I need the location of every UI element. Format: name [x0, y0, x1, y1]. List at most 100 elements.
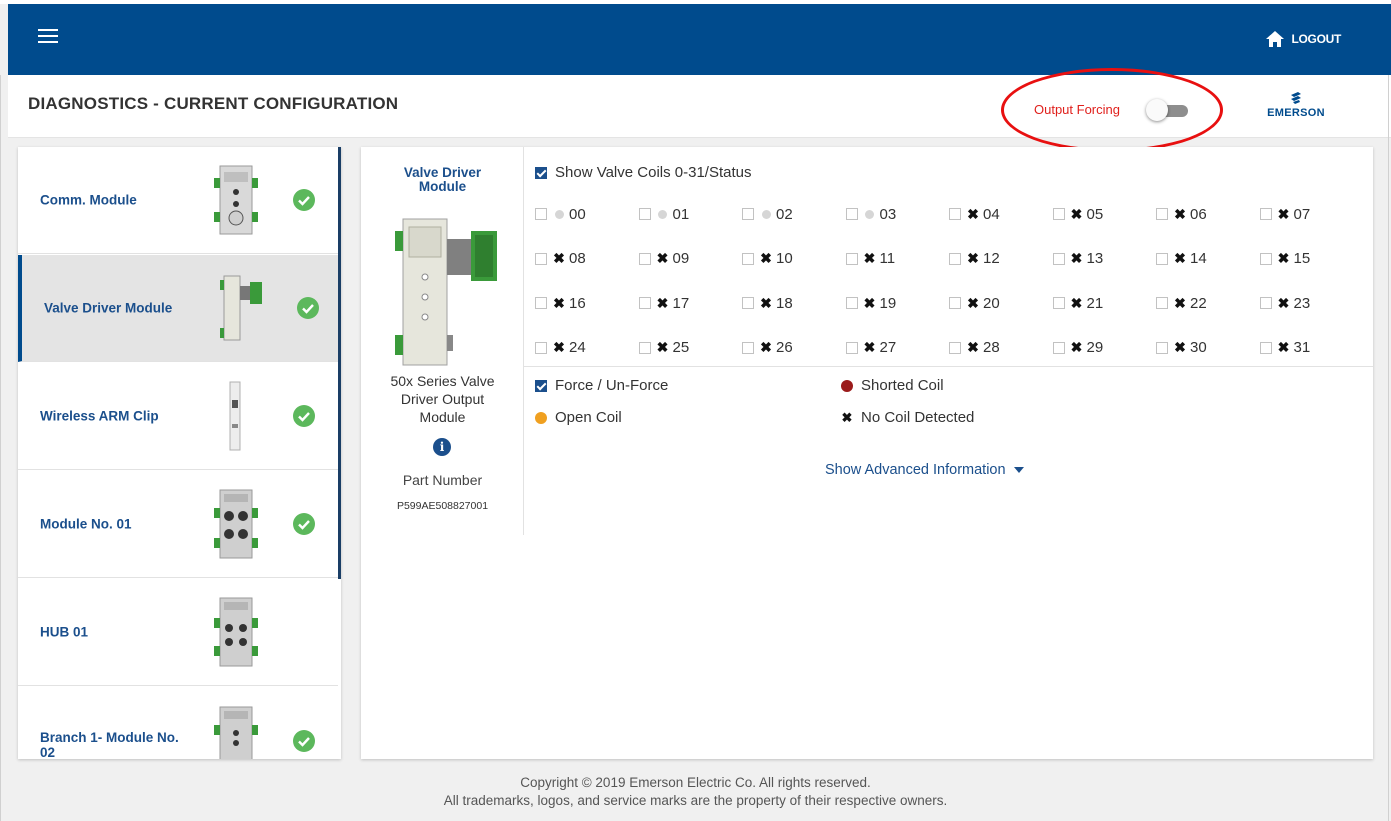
sidebar-item-module-no-01[interactable]: Module No. 01	[18, 471, 338, 578]
valve-coil-item[interactable]: 03	[845, 204, 946, 224]
valve-coil-checkbox[interactable]	[1259, 208, 1272, 220]
valve-coil-checkbox[interactable]	[535, 297, 547, 309]
valve-coil-item[interactable]: ✖ 13	[1052, 249, 1153, 269]
valve-coil-checkbox[interactable]	[949, 208, 961, 220]
valve-coil-checkbox[interactable]	[1052, 341, 1065, 354]
valve-coil-checkbox[interactable]	[638, 208, 651, 220]
valve-coil-item[interactable]: ✖ 16	[535, 293, 635, 313]
valve-coil-number: 13	[1086, 250, 1104, 267]
valve-coil-checkbox[interactable]	[535, 208, 547, 220]
valve-coil-item[interactable]: ✖ 31	[1259, 338, 1360, 358]
valve-coil-item[interactable]: ✖ 28	[949, 338, 1049, 358]
valve-coil-checkbox[interactable]	[1156, 208, 1168, 220]
valve-coil-number: 00	[569, 205, 586, 223]
valve-coil-checkbox[interactable]	[742, 341, 754, 354]
valve-coil-item[interactable]: ✖ 12	[949, 249, 1049, 269]
valve-coil-checkbox[interactable]	[845, 252, 858, 265]
no-coil-x-icon: ✖	[1277, 294, 1290, 311]
valve-coil-item[interactable]: ✖ 04	[949, 204, 1049, 224]
comm-module-image	[214, 165, 258, 235]
show-valve-coils-option[interactable]: Show Valve Coils 0-31/Status	[535, 164, 752, 181]
valve-coil-item[interactable]: ✖ 11	[845, 249, 946, 269]
valve-coil-item[interactable]: ✖ 05	[1052, 204, 1153, 224]
hub-module-image	[214, 597, 258, 667]
valve-coil-checkbox[interactable]	[1156, 252, 1168, 265]
no-coil-x-icon: ✖	[863, 250, 876, 266]
valve-coil-number: 18	[776, 294, 793, 312]
valve-coil-item[interactable]: ✖ 27	[845, 338, 946, 358]
valve-coil-item[interactable]: ✖ 26	[742, 338, 842, 358]
valve-coil-checkbox[interactable]	[845, 208, 858, 220]
sidebar-item-wireless-arm-clip[interactable]: Wireless ARM Clip	[18, 363, 338, 470]
valve-coil-item[interactable]: ✖ 07	[1259, 204, 1360, 224]
valve-coil-checkbox[interactable]	[949, 252, 961, 265]
valve-coil-checkbox[interactable]	[1052, 297, 1065, 309]
valve-coil-number: 05	[1086, 205, 1104, 223]
valve-coil-item[interactable]: ✖ 15	[1259, 249, 1360, 269]
valve-coil-item[interactable]: ✖ 20	[949, 293, 1049, 313]
sidebar-item-comm-module[interactable]: Comm. Module	[18, 147, 338, 254]
sidebar-scrollbar[interactable]	[338, 147, 341, 579]
shorted-coil-dot-icon	[841, 379, 853, 392]
valve-coil-item[interactable]: ✖ 17	[638, 293, 739, 313]
valve-coil-checkbox[interactable]	[742, 297, 754, 309]
valve-coil-checkbox[interactable]	[1052, 252, 1065, 265]
info-icon[interactable]: i	[433, 438, 451, 456]
no-coil-x-icon: ✖	[1070, 250, 1083, 266]
valve-coil-item[interactable]: ✖ 10	[742, 249, 842, 269]
valve-coil-item[interactable]: ✖ 21	[1052, 293, 1153, 313]
valve-coil-checkbox[interactable]	[535, 252, 547, 265]
force-unforce-option[interactable]: Force / Un-Force	[535, 377, 668, 394]
valve-coil-item[interactable]: ✖ 08	[535, 249, 635, 269]
valve-coil-checkbox[interactable]	[1259, 341, 1272, 354]
valve-coil-checkbox[interactable]	[1156, 297, 1168, 309]
valve-coil-item[interactable]: ✖ 29	[1052, 338, 1153, 358]
logout-button[interactable]: LOGOUT	[1265, 30, 1341, 48]
valve-coil-checkbox[interactable]	[949, 341, 961, 354]
valve-coil-checkbox[interactable]	[1156, 341, 1168, 354]
valve-coil-checkbox[interactable]	[845, 297, 858, 309]
valve-coil-checkbox[interactable]	[742, 208, 754, 220]
io-module-image	[214, 489, 258, 559]
valve-coil-item[interactable]: 02	[742, 204, 842, 224]
valve-coil-checkbox[interactable]	[638, 341, 651, 354]
valve-coil-checkbox[interactable]	[742, 252, 754, 265]
valve-coil-item[interactable]: ✖ 30	[1156, 338, 1256, 358]
no-coil-x-icon: ✖	[1070, 294, 1083, 311]
show-advanced-information-link[interactable]: Show Advanced Information	[825, 462, 1024, 478]
sidebar-item-hub-01[interactable]: HUB 01	[18, 579, 338, 686]
valve-coil-number: 30	[1190, 339, 1207, 356]
no-coil-x-icon: ✖	[1174, 250, 1186, 266]
valve-coil-item[interactable]: ✖ 22	[1156, 293, 1256, 313]
valve-coil-checkbox[interactable]	[949, 297, 961, 309]
valve-coil-checkbox[interactable]	[638, 297, 651, 309]
valve-coil-checkbox[interactable]	[638, 252, 651, 265]
legend-shorted-coil: Shorted Coil	[841, 377, 944, 394]
valve-coil-item[interactable]: ✖ 19	[845, 293, 946, 313]
no-coil-x-icon: ✖	[760, 339, 772, 355]
hamburger-icon[interactable]	[38, 29, 58, 45]
valve-coil-item[interactable]: ✖ 25	[638, 338, 739, 358]
valve-coil-checkbox[interactable]	[1259, 297, 1272, 309]
show-valve-coils-checkbox[interactable]	[535, 166, 547, 179]
part-number-label: Part Number	[402, 472, 483, 488]
valve-coil-item[interactable]: 00	[535, 204, 635, 224]
valve-coil-checkbox[interactable]	[1259, 252, 1272, 265]
section-divider	[524, 366, 1373, 367]
valve-coil-item[interactable]: ✖ 14	[1156, 249, 1256, 269]
valve-coil-checkbox[interactable]	[535, 341, 547, 354]
valve-coil-number: 02	[776, 205, 793, 223]
valve-coil-item[interactable]: ✖ 18	[742, 293, 842, 313]
valve-coil-checkbox[interactable]	[845, 341, 858, 354]
valve-coil-item[interactable]: ✖ 23	[1259, 293, 1360, 313]
valve-coil-item[interactable]: ✖ 06	[1156, 204, 1256, 224]
valve-coil-item[interactable]: ✖ 24	[535, 338, 635, 358]
no-coil-x-icon: ✖	[863, 339, 876, 355]
sidebar-item-valve-driver-module[interactable]: Valve Driver Module	[18, 255, 338, 362]
valve-coil-checkbox[interactable]	[1052, 208, 1065, 220]
valve-coil-item[interactable]: ✖ 09	[638, 249, 739, 269]
force-unforce-checkbox[interactable]	[535, 379, 547, 392]
valve-coil-number: 25	[672, 339, 690, 356]
sidebar-item-branch-1-module-no-02[interactable]: Branch 1- Module No. 02	[18, 687, 338, 759]
valve-coil-item[interactable]: 01	[638, 204, 739, 224]
